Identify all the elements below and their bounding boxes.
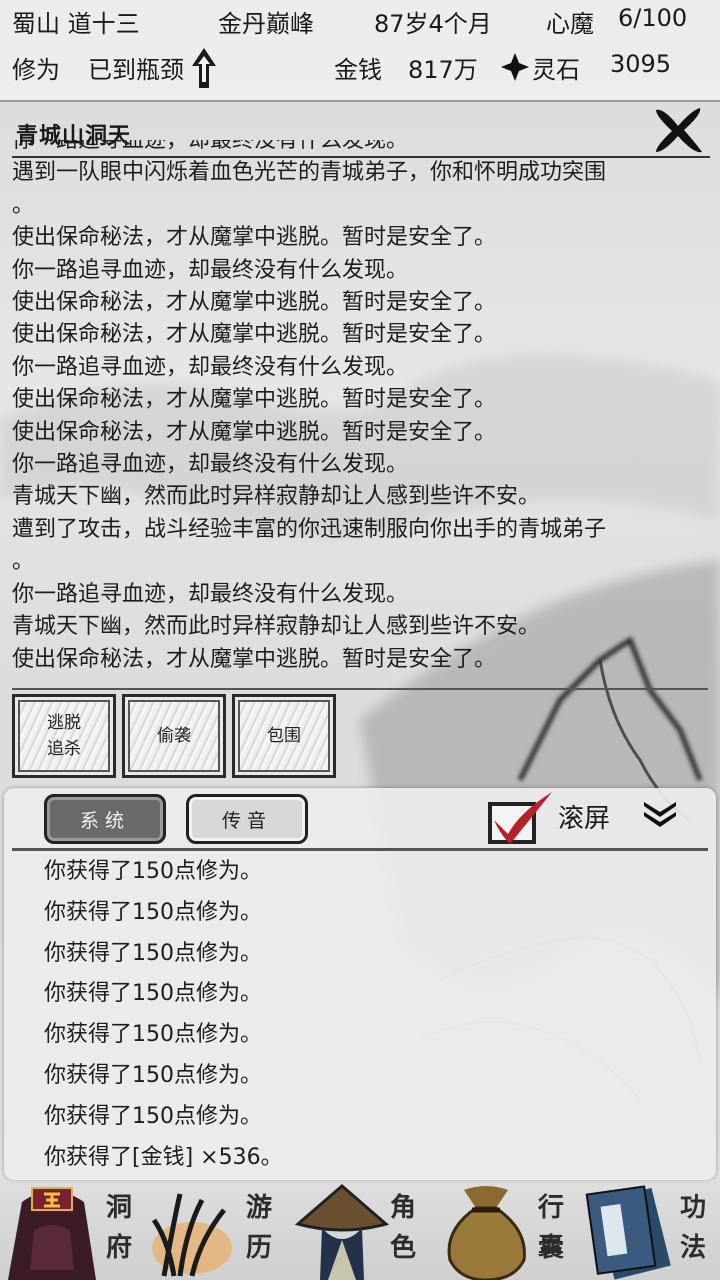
character-icon [294,1184,390,1280]
tab-voice-transmission[interactable]: 传音 [186,794,308,844]
system-message-line: 你获得了150点修为。 [44,1022,262,1048]
event-log-line: 你一路追寻血迹，却最终没有什么发现。 [12,581,409,607]
encircle-button[interactable]: 包围 [232,694,336,778]
event-log-line: 使出保命秘法，才从魔掌中逃脱。暂时是安全了。 [12,225,497,251]
event-log-line: 。 [12,192,35,218]
realm-text: 金丹巅峰 [218,10,314,38]
scroll-lock-checkbox[interactable] [486,790,558,846]
message-panel: 系统 传音 滚屏 你获得了150点修为。 你获得了150点修为。 你获得了150点修… [4,788,716,1180]
nav-label-character: 角 色 [389,1193,416,1263]
event-log-line: 遭到了攻击，战斗经验丰富的你迅速制服向你出手的青城弟子 [12,516,607,542]
event-log-line: 遇到一队眼中闪烁着血色光芒的青城弟子，你和怀明成功突围 [12,160,607,186]
escape-pursuit-button[interactable]: 逃脱 追杀 [12,694,116,778]
scroll-lock-label: 滚屏 [558,804,611,834]
cultivation-value: 已到瓶颈 [88,56,184,84]
system-message-line: 你获得了150点修为。 [44,981,262,1007]
escape-pursuit-label: 逃脱 追杀 [47,713,81,759]
spirit-stone-icon [500,52,530,88]
system-message-line: 你获得了[金钱] ×536。 [44,1144,283,1170]
double-chevron-down-icon[interactable] [640,798,680,828]
event-log-line: 使出保命秘法，才从魔掌中逃脱。暂时是安全了。 [12,290,497,316]
nav-label-bag: 行 囊 [537,1193,564,1263]
cave-dwelling-icon [8,1187,96,1280]
event-log-line: 你一路追寻血迹，却最终没有什么发现。 [12,452,409,478]
nav-bag[interactable]: 行 囊 [432,1180,576,1280]
system-message-line: 你获得了150点修为。 [44,940,262,966]
bottom-nav: 洞 府 游 历 角 色 行 囊 功 法 [0,1180,720,1280]
skill-book-icon [585,1185,671,1280]
spirit-stone-value: 3095 [610,50,672,78]
event-log-line: 使出保命秘法，才从魔掌中逃脱。暂时是安全了。 [12,387,497,413]
location-text: 蜀山 道十三 [12,10,140,38]
system-message-line: 你获得了150点修为。 [44,859,262,884]
sneak-attack-button[interactable]: 偷袭 [122,694,226,778]
nav-cave-dwelling[interactable]: 洞 府 [0,1180,144,1280]
event-log-line: 青城天下幽，然而此时异样寂静却让人感到些许不安。 [12,614,541,640]
age-text: 87岁4个月 [374,10,492,38]
event-log-line: 使出保命秘法，才从魔掌中逃脱。暂时是安全了。 [12,322,497,348]
heart-demon-value: 6/100 [618,4,688,32]
nav-skills[interactable]: 功 法 [576,1180,720,1280]
cultivation-label: 修为 [12,56,60,84]
event-log-line: 。 [12,549,35,575]
event-log-line: 你一路追寻血迹，却最终没有什么发现。 [12,140,409,153]
money-value: 817万 [408,56,478,84]
spirit-stone-label: 灵石 [532,56,580,84]
system-message-line: 你获得了150点修为。 [44,1062,262,1088]
encircle-label: 包围 [267,726,301,746]
nav-label-travel: 游 历 [245,1193,272,1263]
event-log[interactable]: 你一路追寻血迹，却最终没有什么发现。遇到一队眼中闪烁着血色光芒的青城弟子，你和怀… [12,140,712,688]
event-log-line: 青城天下幽，然而此时异样寂静却让人感到些许不安。 [12,484,541,510]
event-log-line: 你一路追寻血迹，却最终没有什么发现。 [12,257,409,283]
close-icon[interactable] [650,104,706,156]
event-log-divider [12,688,708,690]
sneak-attack-label: 偷袭 [157,726,191,746]
travel-icon [151,1193,232,1277]
bag-icon [447,1186,526,1280]
message-divider [12,848,708,851]
tab-system[interactable]: 系统 [44,794,166,844]
event-log-line: 你一路追寻血迹，却最终没有什么发现。 [12,354,409,380]
nav-travel[interactable]: 游 历 [144,1180,288,1280]
event-log-line: 使出保命秘法，才从魔掌中逃脱。暂时是安全了。 [12,419,497,445]
event-log-line: 使出保命秘法，才从魔掌中逃脱。暂时是安全了。 [12,646,497,672]
heart-demon-label: 心魔 [546,10,594,38]
breakthrough-arrow-icon[interactable] [190,46,218,96]
nav-label-skills: 功 法 [679,1193,706,1263]
system-message-line: 你获得了150点修为。 [44,899,262,925]
system-message-line: 你获得了150点修为。 [44,1103,262,1129]
status-header: 蜀山 道十三 金丹巅峰 87岁4个月 心魔 6/100 修为 已到瓶颈 金钱 8… [0,0,720,102]
money-label: 金钱 [334,56,382,84]
nav-label-cave: 洞 府 [105,1193,132,1263]
nav-character[interactable]: 角 色 [288,1180,432,1280]
system-message-list[interactable]: 你获得了150点修为。 你获得了150点修为。 你获得了150点修为。 你获得了150… [44,852,704,1178]
